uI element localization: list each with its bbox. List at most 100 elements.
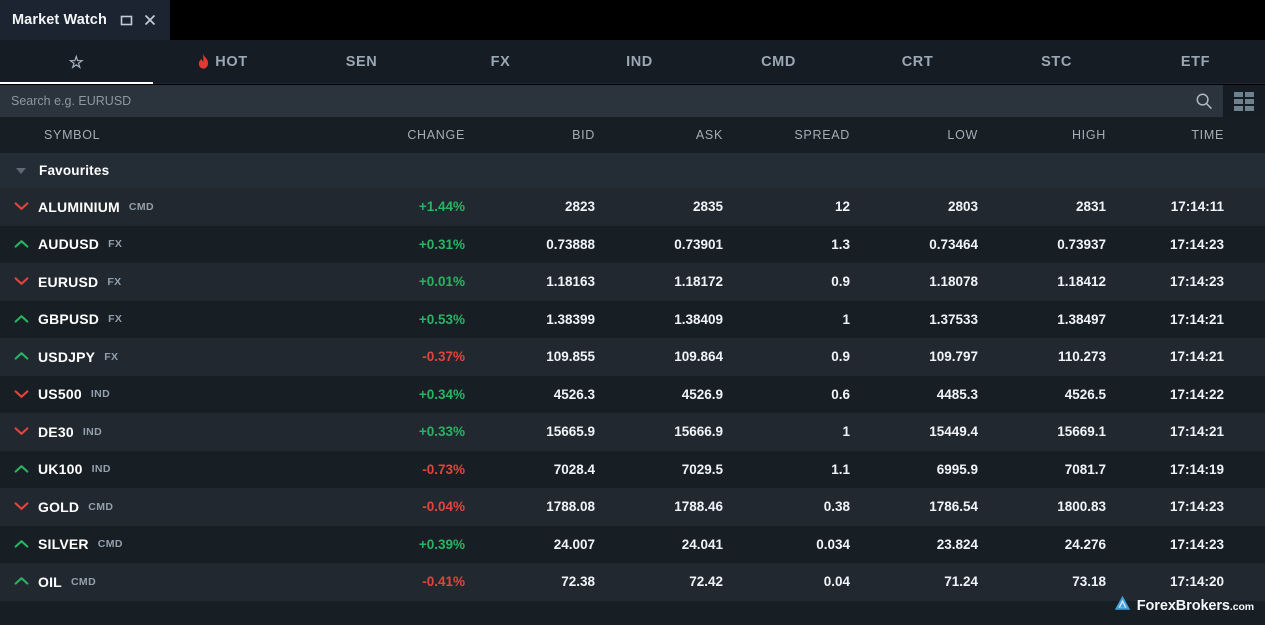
table-row[interactable]: GOLDCMD-0.04%1788.081788.460.381786.5418… [0,488,1265,526]
column-header-bid[interactable]: BID [465,128,595,142]
cell-ask[interactable]: 1.18172 [595,274,723,289]
cell-bid[interactable]: 4526.3 [465,387,595,402]
cell-ask[interactable]: 24.041 [595,537,723,552]
tab-stc[interactable]: STC [987,40,1126,84]
symbol-name: GBPUSD [38,311,99,327]
table-row[interactable]: AUDUSDFX+0.31%0.738880.739011.30.734640.… [0,226,1265,264]
table-row[interactable]: SILVERCMD+0.39%24.00724.0410.03423.82424… [0,526,1265,564]
tab-crt[interactable]: CRT [848,40,987,84]
cell-bid[interactable]: 7028.4 [465,462,595,477]
column-header-high[interactable]: HIGH [978,128,1106,142]
tab-ind[interactable]: IND [570,40,709,84]
cell-high: 0.73937 [978,237,1106,252]
cell-ask[interactable]: 7029.5 [595,462,723,477]
row-symbol-cell[interactable]: SILVERCMD [0,536,345,552]
row-symbol-cell[interactable]: DE30IND [0,424,345,440]
row-symbol-cell[interactable]: US500IND [0,386,345,402]
table-row[interactable]: EURUSDFX+0.01%1.181631.181720.91.180781.… [0,263,1265,301]
column-header-symbol[interactable]: SYMBOL [0,128,345,142]
cell-ask[interactable]: 1788.46 [595,499,723,514]
cell-bid[interactable]: 72.38 [465,574,595,589]
cell-change: +0.34% [345,387,465,402]
column-header-time[interactable]: TIME [1106,128,1235,142]
search-input[interactable] [11,94,1195,108]
search-box[interactable] [0,85,1223,117]
tab-etf[interactable]: ETF [1126,40,1265,84]
cell-bid[interactable]: 15665.9 [465,424,595,439]
star-icon: ☆ [69,54,85,71]
cell-high: 24.276 [978,537,1106,552]
window-controls [119,12,158,28]
cell-spread: 12 [723,199,850,214]
table-row[interactable]: US500IND+0.34%4526.34526.90.64485.34526.… [0,376,1265,414]
column-header-change[interactable]: CHANGE [345,128,465,142]
cell-ask[interactable]: 15666.9 [595,424,723,439]
tab-label-fx: FX [491,54,511,70]
watermark: ForexBrokers.com [1114,595,1254,616]
window-tab[interactable]: Market Watch [0,0,170,40]
cell-bid[interactable]: 0.73888 [465,237,595,252]
cell-high: 2831 [978,199,1106,214]
cell-bid[interactable]: 24.007 [465,537,595,552]
row-symbol-cell[interactable]: GOLDCMD [0,499,345,515]
group-header-favourites[interactable]: Favourites [0,153,1265,188]
cell-ask[interactable]: 4526.9 [595,387,723,402]
symbol-category-tag: CMD [98,538,123,550]
cell-ask[interactable]: 0.73901 [595,237,723,252]
arrow-down-icon [14,499,29,514]
maximize-icon[interactable] [119,12,135,28]
row-symbol-cell[interactable]: UK100IND [0,461,345,477]
cell-bid[interactable]: 2823 [465,199,595,214]
table-row[interactable]: USDJPYFX-0.37%109.855109.8640.9109.79711… [0,338,1265,376]
column-header-ask[interactable]: ASK [595,128,723,142]
cell-ask[interactable]: 1.38409 [595,312,723,327]
cell-spread: 1.3 [723,237,850,252]
cell-change: -0.37% [345,349,465,364]
cell-change: -0.73% [345,462,465,477]
arrow-up-icon [14,349,29,364]
cell-ask[interactable]: 109.864 [595,349,723,364]
arrow-down-icon [14,387,29,402]
flame-icon [197,54,210,71]
cell-bid[interactable]: 1788.08 [465,499,595,514]
row-symbol-cell[interactable]: AUDUSDFX [0,236,345,252]
cell-bid[interactable]: 109.855 [465,349,595,364]
cell-spread: 0.6 [723,387,850,402]
column-header-spread[interactable]: SPREAD [723,128,850,142]
tab-label-ind: IND [626,54,653,70]
cell-high: 1800.83 [978,499,1106,514]
tab-hot[interactable]: HOT [153,40,292,84]
search-icon[interactable] [1195,92,1213,110]
row-symbol-cell[interactable]: GBPUSDFX [0,311,345,327]
cell-ask[interactable]: 72.42 [595,574,723,589]
table-row[interactable]: OILCMD-0.41%72.3872.420.0471.2473.1817:1… [0,563,1265,601]
table-row[interactable]: ALUMINIUMCMD+1.44%28232835122803283117:1… [0,188,1265,226]
arrow-down-icon [14,274,29,289]
table-row[interactable]: UK100IND-0.73%7028.47029.51.16995.97081.… [0,451,1265,489]
arrow-up-icon [14,462,29,477]
cell-change: +1.44% [345,199,465,214]
cell-ask[interactable]: 2835 [595,199,723,214]
cell-time: 17:14:23 [1106,537,1235,552]
row-symbol-cell[interactable]: EURUSDFX [0,274,345,290]
cell-change: -0.04% [345,499,465,514]
grid-layout-icon[interactable] [1223,85,1265,117]
table-row[interactable]: GBPUSDFX+0.53%1.383991.3840911.375331.38… [0,301,1265,339]
cell-high: 1.38497 [978,312,1106,327]
table-row[interactable]: DE30IND+0.33%15665.915666.9115449.415669… [0,413,1265,451]
row-symbol-cell[interactable]: USDJPYFX [0,349,345,365]
close-icon[interactable] [142,12,158,28]
tab-favourites[interactable]: ☆ [0,40,153,84]
cell-low: 71.24 [850,574,978,589]
row-symbol-cell[interactable]: OILCMD [0,574,345,590]
cell-bid[interactable]: 1.18163 [465,274,595,289]
chevron-down-icon[interactable] [16,168,26,174]
row-symbol-cell[interactable]: ALUMINIUMCMD [0,199,345,215]
cell-spread: 1 [723,312,850,327]
tab-sen[interactable]: SEN [292,40,431,84]
tab-fx[interactable]: FX [431,40,570,84]
cell-low: 1786.54 [850,499,978,514]
tab-cmd[interactable]: CMD [709,40,848,84]
column-header-low[interactable]: LOW [850,128,978,142]
cell-bid[interactable]: 1.38399 [465,312,595,327]
